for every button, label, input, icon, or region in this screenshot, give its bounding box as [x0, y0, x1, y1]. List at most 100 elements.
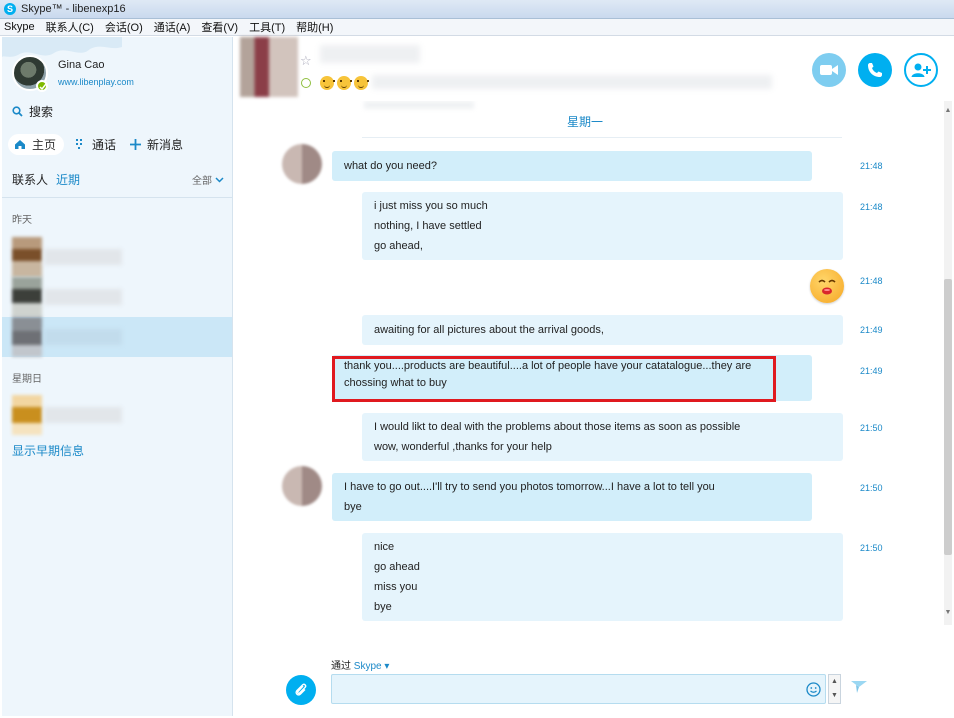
message-text: go ahead: [374, 561, 420, 573]
phone-icon: [868, 63, 882, 77]
message-text: nice: [374, 541, 395, 553]
tab-contacts[interactable]: 联系人: [12, 171, 48, 188]
message-text: wow, wonderful ,thanks for your help: [374, 441, 552, 453]
message-text: miss you: [374, 581, 418, 593]
contact-name-blurred: [44, 289, 122, 305]
group-sunday: 星期日: [12, 374, 42, 385]
smiley-icon: [337, 76, 352, 90]
message-time: 21:50: [860, 483, 883, 493]
profile-name[interactable]: Gina Cao: [58, 59, 104, 71]
online-status-icon: [36, 80, 48, 92]
message-text: i just miss you so much: [374, 200, 488, 212]
message-text: I would likt to deal with the problems a…: [374, 421, 741, 433]
contacts-tabs: 联系人 近期 全部: [12, 171, 224, 188]
mood-message-blurred: [372, 75, 772, 89]
group-yesterday: 昨天: [12, 215, 32, 226]
scroll-up-icon[interactable]: ▲: [944, 107, 952, 114]
tab-recent[interactable]: 近期: [56, 171, 80, 188]
window-title: Skype™ - libenexp16: [21, 3, 126, 15]
caret-down-icon: ▾: [384, 661, 390, 672]
status-ring-icon: [301, 78, 311, 88]
contact-avatar: [12, 395, 42, 435]
menu-skype[interactable]: Skype: [4, 21, 35, 33]
message-bubble-outgoing[interactable]: i just miss you so much nothing, I have …: [362, 192, 843, 260]
add-participant-button[interactable]: [904, 53, 938, 87]
send-via-selector[interactable]: 通过 Skype ▾: [331, 657, 389, 672]
via-label: 通过: [331, 661, 351, 672]
message-text: awaiting for all pictures about the arri…: [374, 324, 604, 336]
home-label: 主页: [32, 137, 57, 152]
menu-contacts[interactable]: 联系人(C): [46, 19, 94, 35]
home-button[interactable]: 主页: [8, 133, 65, 155]
conversation-scrollbar[interactable]: ▲ ▼: [944, 101, 952, 625]
home-icon: [15, 139, 25, 149]
highlight-box: [332, 356, 776, 402]
previous-message-blurred: [364, 101, 474, 109]
message-time: 21:49: [860, 366, 883, 376]
favorite-star-icon[interactable]: ☆: [300, 53, 312, 69]
new-message-button[interactable]: 新消息: [130, 136, 183, 153]
send-icon[interactable]: [851, 680, 867, 694]
message-bubble-incoming[interactable]: I have to go out....I'll try to send you…: [332, 473, 812, 521]
menu-bar: Skype 联系人(C) 会话(O) 通话(A) 查看(V) 工具(T) 帮助(…: [0, 19, 954, 36]
input-resize-stepper[interactable]: ▲ ▼: [828, 674, 841, 704]
plus-icon: [130, 138, 142, 150]
contact-item[interactable]: [2, 237, 232, 277]
chat-header: ☆: [234, 37, 954, 101]
conversation-pane[interactable]: 星期一 what do you need? 21:48 i just miss …: [234, 101, 944, 625]
search-button[interactable]: 搜索: [12, 103, 53, 120]
contact-item-selected[interactable]: [2, 317, 232, 357]
paperclip-icon: [295, 683, 307, 696]
chevron-down-icon: [215, 176, 224, 183]
scroll-down-icon[interactable]: ▼: [944, 609, 952, 616]
message-bubble-incoming[interactable]: what do you need?: [332, 151, 812, 181]
voice-call-button[interactable]: [858, 53, 892, 87]
message-bubble-outgoing[interactable]: I would likt to deal with the problems a…: [362, 413, 843, 461]
message-text: nothing, I have settled: [374, 220, 482, 232]
contact-avatar-large[interactable]: [240, 37, 298, 97]
profile-website[interactable]: www.libenplay.com: [58, 77, 134, 87]
message-time: 21:50: [860, 543, 883, 553]
message-bubble-outgoing[interactable]: nice go ahead miss you bye: [362, 533, 843, 621]
sidebar: Gina Cao www.libenplay.com 搜索 主页 通话 新消息: [2, 37, 233, 716]
sender-avatar[interactable]: [282, 466, 322, 506]
video-call-button[interactable]: [812, 53, 846, 87]
smiley-icon: [354, 76, 369, 90]
kiss-emoji-icon[interactable]: [810, 269, 844, 303]
search-label: 搜索: [29, 105, 54, 119]
skype-logo-icon: S: [4, 3, 16, 15]
message-input[interactable]: [331, 674, 826, 704]
message-time: 21:48: [860, 202, 883, 212]
contact-name-blurred: [44, 329, 122, 345]
nav-row: 主页 通话 新消息: [8, 133, 230, 155]
filter-dropdown[interactable]: 全部: [192, 172, 224, 187]
scrollbar-thumb[interactable]: [944, 279, 952, 555]
smiley-icon: [320, 76, 335, 90]
sender-avatar[interactable]: [282, 144, 322, 184]
menu-call[interactable]: 通话(A): [154, 19, 191, 35]
attach-button[interactable]: [286, 675, 316, 705]
message-time: 21:49: [860, 325, 883, 335]
mood-emoticons: [320, 76, 371, 90]
day-separator: 星期一: [567, 115, 604, 129]
emoticon-icon[interactable]: [806, 682, 821, 697]
show-earlier-link[interactable]: 显示早期信息: [12, 442, 84, 459]
menu-tools[interactable]: 工具(T): [249, 19, 285, 35]
dialpad-icon: [76, 138, 83, 149]
contact-item[interactable]: [2, 395, 232, 435]
new-message-label: 新消息: [147, 137, 184, 152]
calls-label: 通话: [92, 137, 117, 152]
contact-item[interactable]: [2, 277, 232, 317]
message-text: bye: [374, 601, 392, 613]
contact-avatar: [12, 277, 42, 317]
menu-conversation[interactable]: 会话(O): [105, 19, 143, 35]
message-time: 21:50: [860, 423, 883, 433]
message-bubble-outgoing[interactable]: awaiting for all pictures about the arri…: [362, 315, 843, 345]
menu-view[interactable]: 查看(V): [201, 19, 238, 35]
contact-name-blurred: [320, 45, 420, 63]
title-bar: S Skype™ - libenexp16: [0, 0, 954, 19]
message-text: I have to go out....I'll try to send you…: [344, 481, 715, 493]
calls-button[interactable]: 通话: [76, 136, 116, 153]
message-text: go ahead,: [374, 240, 423, 252]
menu-help[interactable]: 帮助(H): [296, 19, 333, 35]
